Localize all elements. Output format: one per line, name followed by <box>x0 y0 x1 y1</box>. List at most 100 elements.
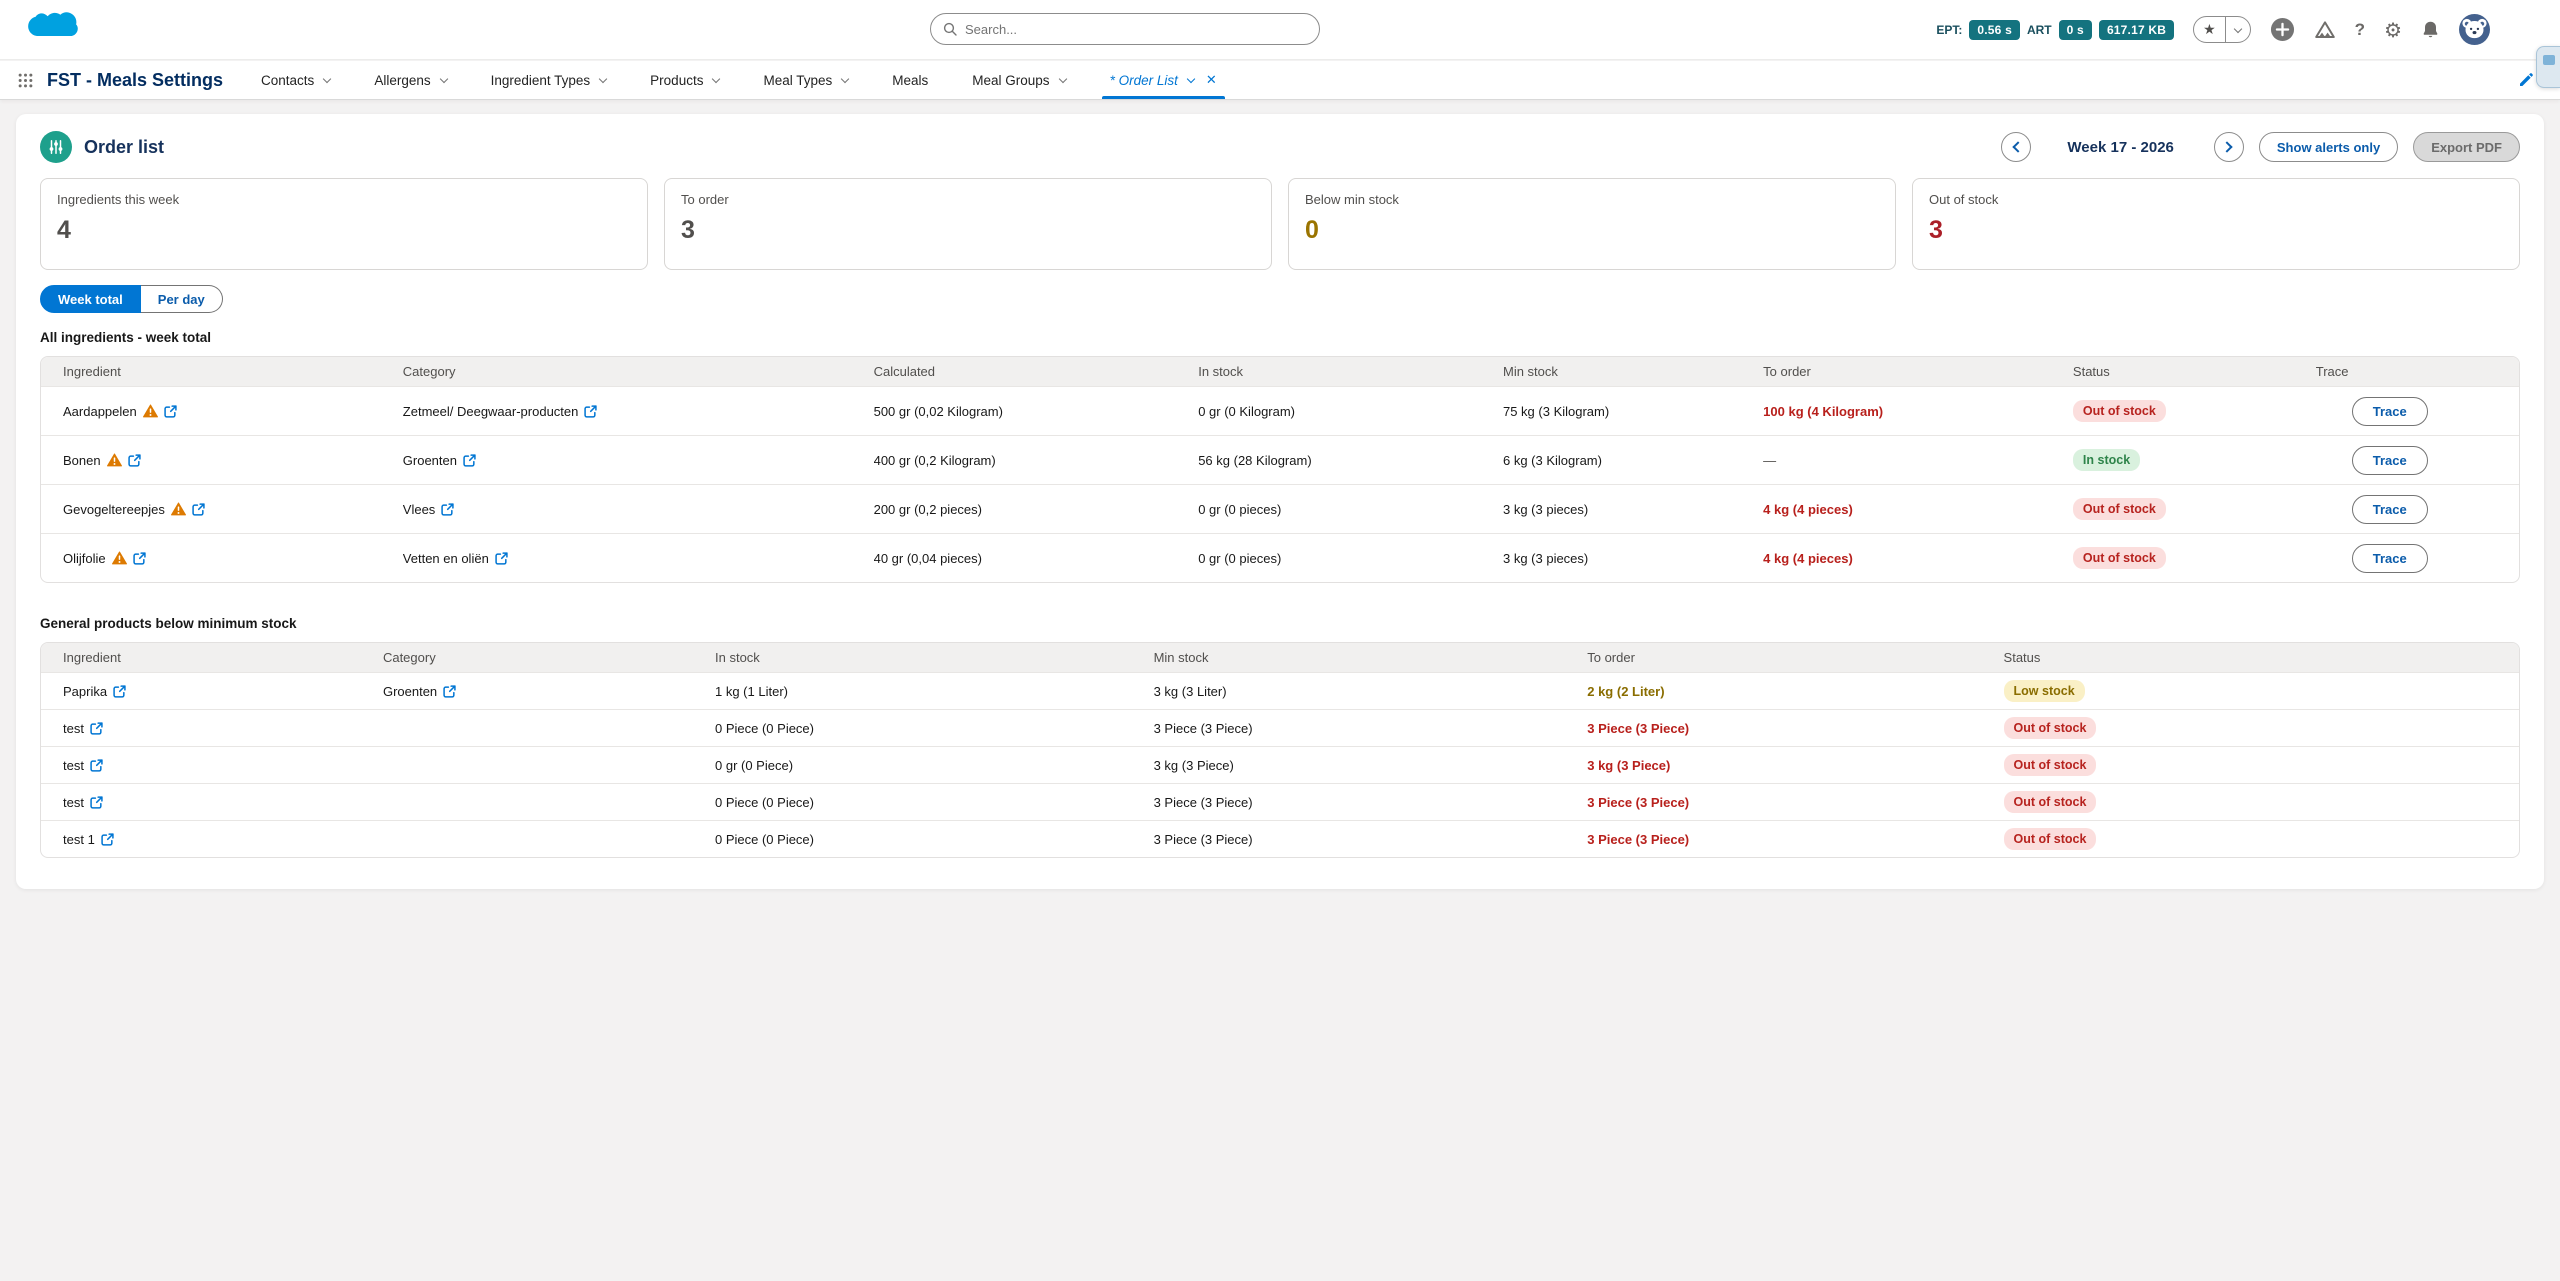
ingredient-name: Olijfolie <box>63 551 106 566</box>
external-link-icon[interactable] <box>133 552 146 565</box>
status-badge: Out of stock <box>2073 547 2166 569</box>
art-value-badge: 0 s <box>2059 20 2092 40</box>
browser-extension-popup-edge[interactable] <box>2536 46 2560 88</box>
page-header: Order list Week 17 - 2026 Show alerts on… <box>40 130 2520 164</box>
chevron-down-icon[interactable] <box>439 74 447 82</box>
min-stock-cell: 3 kg (3 Piece) <box>1154 758 1588 773</box>
favorites-control[interactable]: ★ <box>2193 16 2251 43</box>
trace-button[interactable]: Trace <box>2352 544 2428 573</box>
to-order-cell: 4 kg (4 pieces) <box>1763 502 2073 517</box>
stat-value: 3 <box>1929 216 2503 245</box>
to-order-cell: 3 Piece (3 Piece) <box>1587 795 2003 810</box>
stat-value: 3 <box>681 216 1255 245</box>
external-link-icon[interactable] <box>90 722 103 735</box>
favorite-star-icon[interactable]: ★ <box>2194 17 2226 42</box>
category-name: Vetten en oliën <box>403 551 489 566</box>
external-link-icon[interactable] <box>584 405 597 418</box>
main-table-title: All ingredients - week total <box>40 330 2520 345</box>
trace-button[interactable]: Trace <box>2352 397 2428 426</box>
calculated-cell: 400 gr (0,2 Kilogram) <box>874 453 1199 468</box>
notifications-bell-icon[interactable] <box>2421 20 2440 39</box>
min-stock-cell: 3 Piece (3 Piece) <box>1154 832 1588 847</box>
in-stock-cell: 0 Piece (0 Piece) <box>715 721 1154 736</box>
tab-meal-types[interactable]: Meal Types <box>741 61 870 99</box>
to-order-cell: 3 kg (3 Piece) <box>1587 758 2003 773</box>
to-order-cell: 4 kg (4 pieces) <box>1763 551 2073 566</box>
ingredient-name: Gevogeltereepjes <box>63 502 165 517</box>
stat-card-below-min-stock: Below min stock 0 <box>1288 178 1896 270</box>
close-tab-icon[interactable]: ✕ <box>1206 72 1217 88</box>
trace-button[interactable]: Trace <box>2352 446 2428 475</box>
calculated-cell: 200 gr (0,2 pieces) <box>874 502 1199 517</box>
status-badge: Out of stock <box>2004 791 2097 813</box>
to-order-cell: — <box>1763 453 2073 468</box>
table-header-row: Ingredient Category In stock Min stock T… <box>41 643 2519 672</box>
external-link-icon[interactable] <box>192 503 205 516</box>
week-total-toggle[interactable]: Week total <box>40 285 141 313</box>
table-row: Paprika Groenten 1 kg (1 Liter) 3 kg (3 … <box>41 672 2519 709</box>
table-row: test 0 Piece (0 Piece) 3 Piece (3 Piece)… <box>41 783 2519 820</box>
tab-meals[interactable]: Meals <box>870 61 950 99</box>
app-navigation-bar: FST - Meals Settings Contacts Allergens … <box>0 61 2560 100</box>
external-link-icon[interactable] <box>164 405 177 418</box>
calculated-cell: 500 gr (0,02 Kilogram) <box>874 404 1199 419</box>
global-header: EPT: 0.56 s ART 0 s 617.17 KB ★ ? ⚙ <box>0 0 2560 60</box>
external-link-icon[interactable] <box>463 454 476 467</box>
external-link-icon[interactable] <box>441 503 454 516</box>
global-add-icon[interactable] <box>2270 17 2295 42</box>
ingredient-name: test <box>63 758 84 773</box>
chevron-down-icon[interactable] <box>712 74 720 82</box>
week-controls: Week 17 - 2026 Show alerts only Export P… <box>2001 132 2520 162</box>
external-link-icon[interactable] <box>495 552 508 565</box>
nav-tabs: Contacts Allergens Ingredient Types Prod… <box>239 61 1239 99</box>
app-launcher-icon[interactable] <box>18 73 33 88</box>
in-stock-cell: 0 gr (0 Kilogram) <box>1198 404 1503 419</box>
ingredients-table: Ingredient Category Calculated In stock … <box>40 356 2520 583</box>
tab-meal-groups[interactable]: Meal Groups <box>950 61 1087 99</box>
chevron-down-icon[interactable] <box>1187 74 1195 82</box>
tab-contacts[interactable]: Contacts <box>239 61 352 99</box>
art-label: ART <box>2027 23 2052 37</box>
warning-icon <box>107 453 122 467</box>
tab-ingredient-types[interactable]: Ingredient Types <box>469 61 629 99</box>
export-pdf-button[interactable]: Export PDF <box>2413 132 2520 162</box>
external-link-icon[interactable] <box>128 454 141 467</box>
tab-allergens[interactable]: Allergens <box>352 61 468 99</box>
tab-products[interactable]: Products <box>628 61 741 99</box>
min-stock-cell: 3 Piece (3 Piece) <box>1154 721 1588 736</box>
ingredient-name: Paprika <box>63 684 107 699</box>
chevron-down-icon[interactable] <box>599 74 607 82</box>
external-link-icon[interactable] <box>113 685 126 698</box>
chevron-down-icon[interactable] <box>1058 74 1066 82</box>
previous-week-button[interactable] <box>2001 132 2031 162</box>
setup-gear-icon[interactable]: ⚙ <box>2384 20 2402 40</box>
favorites-dropdown-button[interactable] <box>2226 17 2250 42</box>
ept-value-badge: 0.56 s <box>1969 20 2020 40</box>
trailhead-icon[interactable] <box>2314 20 2336 40</box>
ingredient-name: test <box>63 721 84 736</box>
tab-order-list-active[interactable]: * Order List ✕ <box>1088 61 1239 99</box>
edit-pencil-icon[interactable] <box>2518 72 2534 91</box>
stat-value: 4 <box>57 216 631 245</box>
global-search[interactable] <box>930 13 1320 45</box>
calculated-cell: 40 gr (0,04 pieces) <box>874 551 1199 566</box>
external-link-icon[interactable] <box>443 685 456 698</box>
to-order-cell: 2 kg (2 Liter) <box>1587 684 2003 699</box>
next-week-button[interactable] <box>2214 132 2244 162</box>
trace-button[interactable]: Trace <box>2352 495 2428 524</box>
min-stock-cell: 75 kg (3 Kilogram) <box>1503 404 1763 419</box>
user-avatar[interactable] <box>2459 14 2490 45</box>
salesforce-logo-icon <box>26 10 78 51</box>
chevron-down-icon[interactable] <box>323 74 331 82</box>
external-link-icon[interactable] <box>90 759 103 772</box>
chevron-down-icon[interactable] <box>841 74 849 82</box>
summary-cards: Ingredients this week 4 To order 3 Below… <box>40 178 2520 270</box>
external-link-icon[interactable] <box>90 796 103 809</box>
performance-metrics: EPT: 0.56 s ART 0 s 617.17 KB <box>1936 20 2174 40</box>
external-link-icon[interactable] <box>101 833 114 846</box>
search-input[interactable] <box>965 22 1307 37</box>
help-icon[interactable]: ? <box>2355 20 2365 40</box>
table-row: Gevogeltereepjes Vlees 200 gr (0,2 piece… <box>41 484 2519 533</box>
show-alerts-only-button[interactable]: Show alerts only <box>2259 132 2398 162</box>
per-day-toggle[interactable]: Per day <box>141 285 223 313</box>
